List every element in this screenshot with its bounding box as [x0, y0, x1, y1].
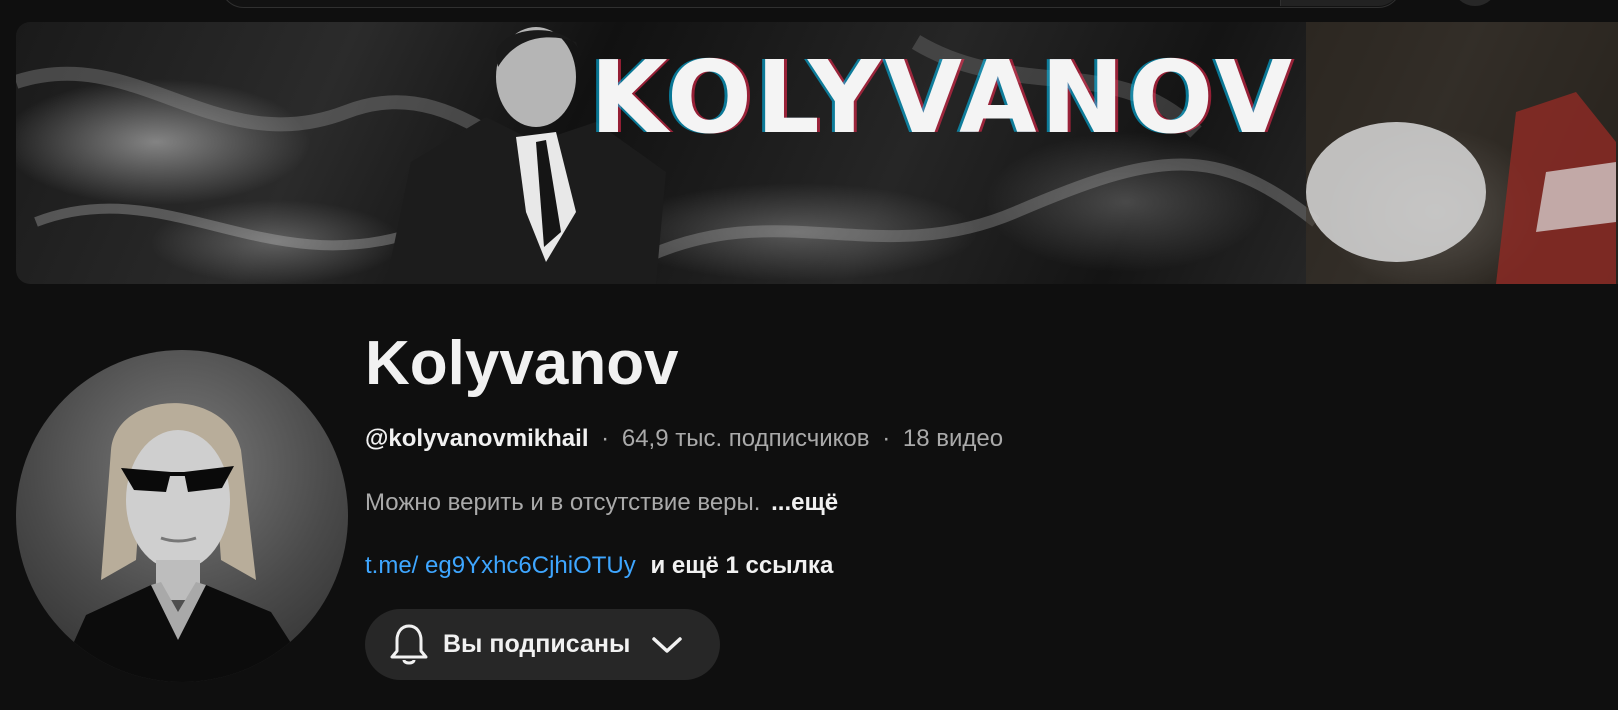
avatar[interactable] — [16, 350, 348, 682]
channel-handle[interactable]: @kolyvanovmikhail — [365, 425, 589, 452]
channel-description[interactable]: Можно верить и в отсутствие веры. ...ещё — [365, 487, 838, 519]
subscriber-count: 64,9 тыс. подписчиков — [621, 425, 870, 452]
banner-title: KOLYVANOV — [590, 39, 1296, 156]
subscribed-button[interactable]: Вы подписаны — [365, 609, 720, 680]
channel-name: Kolyvanov — [365, 329, 679, 398]
subscribed-label: Вы подписаны — [443, 630, 631, 658]
chevron-down-icon — [650, 634, 684, 656]
telegram-link[interactable]: t.me/ eg9Yxhc6CjhiOTUy — [365, 552, 636, 579]
search-button[interactable] — [1280, 0, 1401, 6]
description-text: Можно верить и в отсутствие веры. — [365, 489, 761, 516]
more-links-button[interactable]: и ещё 1 ссылка — [650, 552, 833, 579]
top-search-bar — [0, 0, 1618, 20]
description-more-link[interactable]: ...ещё — [771, 489, 838, 516]
channel-links: t.me/ eg9Yxhc6CjhiOTUy и ещё 1 ссылка — [365, 550, 833, 582]
bell-icon — [389, 623, 429, 667]
channel-banner: KOLYVANOV — [16, 22, 1618, 284]
meta-separator: · — [882, 425, 891, 452]
video-count: 18 видео — [902, 425, 1004, 452]
channel-meta: @kolyvanovmikhail · 64,9 тыс. подписчико… — [365, 423, 1003, 455]
avatar-photo — [56, 403, 316, 682]
search-input[interactable] — [220, 0, 1402, 8]
banner-painting — [1306, 22, 1618, 284]
voice-search-button[interactable] — [1452, 0, 1498, 6]
meta-separator: · — [601, 425, 610, 452]
